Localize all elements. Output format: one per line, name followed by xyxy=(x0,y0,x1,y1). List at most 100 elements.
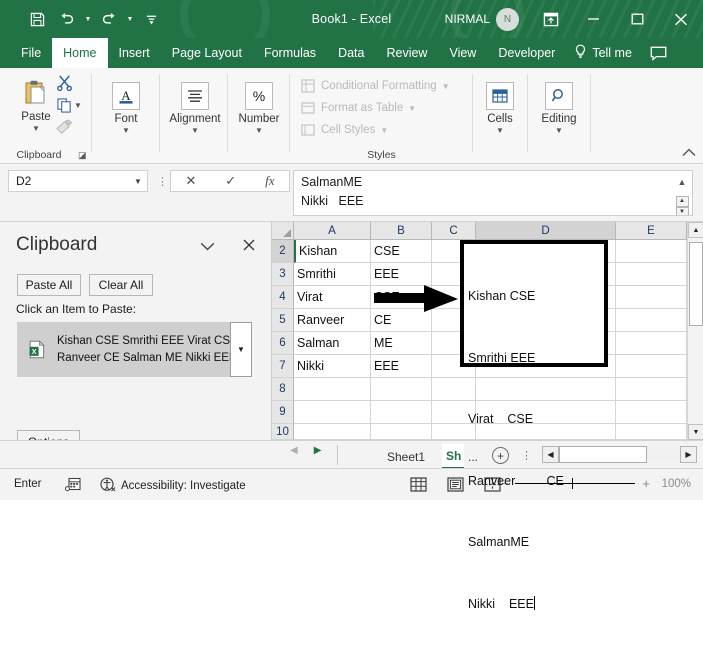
tab-formulas[interactable]: Formulas xyxy=(253,38,327,68)
zoom-level-label[interactable]: 100% xyxy=(657,478,691,490)
column-header-e[interactable]: E xyxy=(616,222,687,240)
cells-button[interactable]: Cells ▼ xyxy=(476,76,524,135)
cell-e5[interactable] xyxy=(616,309,687,332)
tab-review[interactable]: Review xyxy=(375,38,438,68)
cell-a10[interactable] xyxy=(294,424,371,440)
minimize-button[interactable] xyxy=(571,0,615,38)
cell-b6[interactable]: ME xyxy=(371,332,432,355)
chevron-down-icon[interactable]: ▼ xyxy=(442,82,450,91)
sheet-prev-button[interactable]: ◀ xyxy=(290,445,298,456)
hscroll-right-button[interactable]: ▶ xyxy=(680,446,697,463)
cancel-edit-icon[interactable]: ✕ xyxy=(185,173,196,189)
cell-styles-button[interactable]: Cell Styles ▼ xyxy=(300,120,388,140)
formula-scroll-up-icon[interactable]: ▲ xyxy=(678,173,687,192)
cells-dropdown-icon[interactable]: ▼ xyxy=(496,126,504,135)
cell-e3[interactable] xyxy=(616,263,687,286)
column-header-d[interactable]: D xyxy=(476,222,616,240)
name-box[interactable]: D2 ▼ xyxy=(8,170,148,192)
cell-b2[interactable]: CSE xyxy=(371,240,432,263)
tab-home[interactable]: Home xyxy=(52,38,108,68)
cell-b8[interactable] xyxy=(371,378,432,401)
font-dropdown-icon[interactable]: ▼ xyxy=(122,126,130,135)
tab-data[interactable]: Data xyxy=(327,38,375,68)
cell-a5[interactable]: Ranveer xyxy=(294,309,371,332)
cell-e9[interactable] xyxy=(616,401,687,424)
row-header-7[interactable]: 7 xyxy=(272,355,294,378)
cut-button[interactable] xyxy=(56,74,73,96)
vertical-scrollbar[interactable]: ▲ ▼ xyxy=(687,222,703,440)
conditional-formatting-button[interactable]: Conditional Formatting ▼ xyxy=(300,76,450,96)
clipboard-item[interactable]: X Kishan CSE Smrithi EEE Virat CSE Ranve… xyxy=(17,322,246,377)
copy-button[interactable] xyxy=(57,98,72,118)
row-header-6[interactable]: 6 xyxy=(272,332,294,355)
cell-b7[interactable]: EEE xyxy=(371,355,432,378)
cell-e2[interactable] xyxy=(616,240,687,263)
tab-developer[interactable]: Developer xyxy=(487,38,566,68)
maximize-button[interactable] xyxy=(615,0,659,38)
number-button[interactable]: % Number ▼ xyxy=(232,76,286,135)
cell-e6[interactable] xyxy=(616,332,687,355)
tell-me-box[interactable]: Tell me xyxy=(566,38,640,68)
copy-dropdown-icon[interactable]: ▼ xyxy=(74,101,82,110)
row-header-2[interactable]: 2 xyxy=(272,240,294,263)
sheet-next-button[interactable]: ▶ xyxy=(314,445,322,456)
row-header-5[interactable]: 5 xyxy=(272,309,294,332)
sheet-tab-sheet1[interactable]: Sheet1 xyxy=(375,444,437,469)
cell-b9[interactable] xyxy=(371,401,432,424)
column-header-b[interactable]: B xyxy=(371,222,432,240)
font-button[interactable]: A Font ▼ xyxy=(98,76,154,135)
alignment-dropdown-icon[interactable]: ▼ xyxy=(191,126,199,135)
format-painter-button[interactable] xyxy=(55,119,74,141)
scroll-up-button[interactable]: ▲ xyxy=(688,222,703,238)
number-dropdown-icon[interactable]: ▼ xyxy=(255,126,263,135)
accessibility-status[interactable]: Accessibility: Investigate xyxy=(100,477,246,495)
clipboard-item-dropdown-icon[interactable]: ▼ xyxy=(230,322,252,377)
scroll-down-button[interactable]: ▼ xyxy=(688,424,703,440)
chevron-down-icon[interactable]: ▼ xyxy=(408,104,416,113)
row-header-8[interactable]: 8 xyxy=(272,378,294,401)
row-header-10[interactable]: 10 xyxy=(272,424,294,440)
cell-e4[interactable] xyxy=(616,286,687,309)
cell-e10[interactable] xyxy=(616,424,687,440)
avatar[interactable]: N xyxy=(496,7,519,31)
normal-view-icon[interactable] xyxy=(409,476,428,493)
cell-a8[interactable] xyxy=(294,378,371,401)
row-header-4[interactable]: 4 xyxy=(272,286,294,309)
name-box-dropdown-icon[interactable]: ▼ xyxy=(129,177,147,186)
cell-a9[interactable] xyxy=(294,401,371,424)
chevron-down-icon[interactable]: ▼ xyxy=(380,126,388,135)
insert-function-icon[interactable]: fx xyxy=(265,173,274,189)
paste-all-button[interactable]: Paste All xyxy=(17,274,81,296)
ribbon-display-options-icon[interactable] xyxy=(531,0,571,38)
page-layout-view-icon[interactable] xyxy=(446,476,465,493)
editing-button[interactable]: Editing ▼ xyxy=(532,76,586,135)
clear-all-button[interactable]: Clear All xyxy=(89,274,153,296)
column-header-a[interactable]: A xyxy=(294,222,371,240)
row-header-3[interactable]: 3 xyxy=(272,263,294,286)
alignment-button[interactable]: Alignment ▼ xyxy=(166,76,224,135)
paste-dropdown-icon[interactable]: ▼ xyxy=(32,124,40,133)
vertical-scroll-thumb[interactable] xyxy=(689,242,703,326)
record-macro-icon[interactable] xyxy=(64,476,81,493)
collapse-ribbon-button[interactable] xyxy=(682,148,696,160)
cell-edit-overlay[interactable]: Kishan CSE Smrithi EEE Virat CSE Ranveer… xyxy=(460,240,608,611)
column-header-c[interactable]: C xyxy=(432,222,476,240)
cell-a4[interactable]: Virat xyxy=(294,286,371,309)
tab-page-layout[interactable]: Page Layout xyxy=(161,38,253,68)
formula-bar-handle[interactable]: ⋮ xyxy=(157,175,168,188)
sheet-tab-active[interactable]: Sh xyxy=(442,444,464,469)
cell-e8[interactable] xyxy=(616,378,687,401)
comments-icon[interactable] xyxy=(640,38,678,68)
cell-a2[interactable]: Kishan xyxy=(294,240,371,263)
tab-view[interactable]: View xyxy=(438,38,487,68)
clipboard-dialog-launcher[interactable]: ◪ xyxy=(78,150,87,161)
formula-spin-down-icon[interactable]: ▼ xyxy=(675,207,689,215)
tab-file[interactable]: File xyxy=(10,38,52,68)
zoom-in-button[interactable]: + xyxy=(642,476,650,491)
formula-input[interactable]: SalmanME Nikki EEE ▲ ▲ ▼ xyxy=(293,170,693,216)
clipboard-pane-close-icon[interactable] xyxy=(243,238,255,254)
editing-dropdown-icon[interactable]: ▼ xyxy=(555,126,563,135)
cell-b10[interactable] xyxy=(371,424,432,440)
tab-insert[interactable]: Insert xyxy=(108,38,161,68)
cell-a3[interactable]: Smrithi xyxy=(294,263,371,286)
